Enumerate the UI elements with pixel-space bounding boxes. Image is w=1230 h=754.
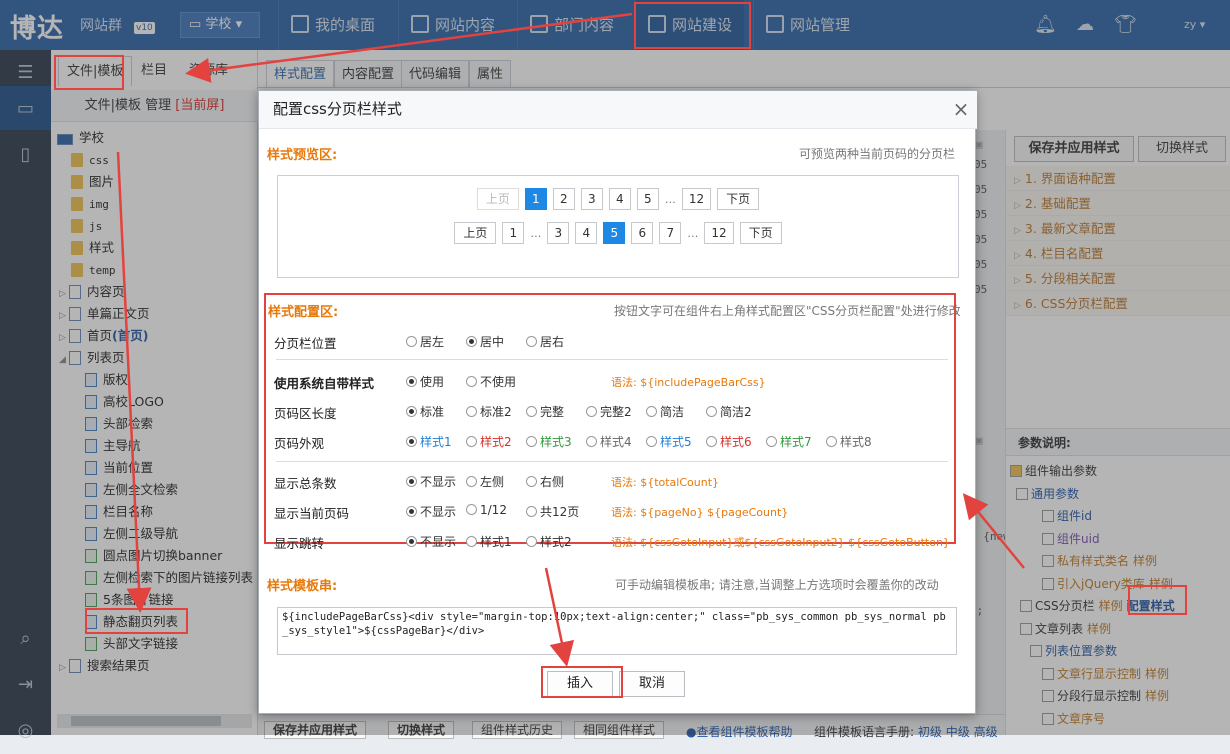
annotation-arrows	[116, 12, 1025, 667]
